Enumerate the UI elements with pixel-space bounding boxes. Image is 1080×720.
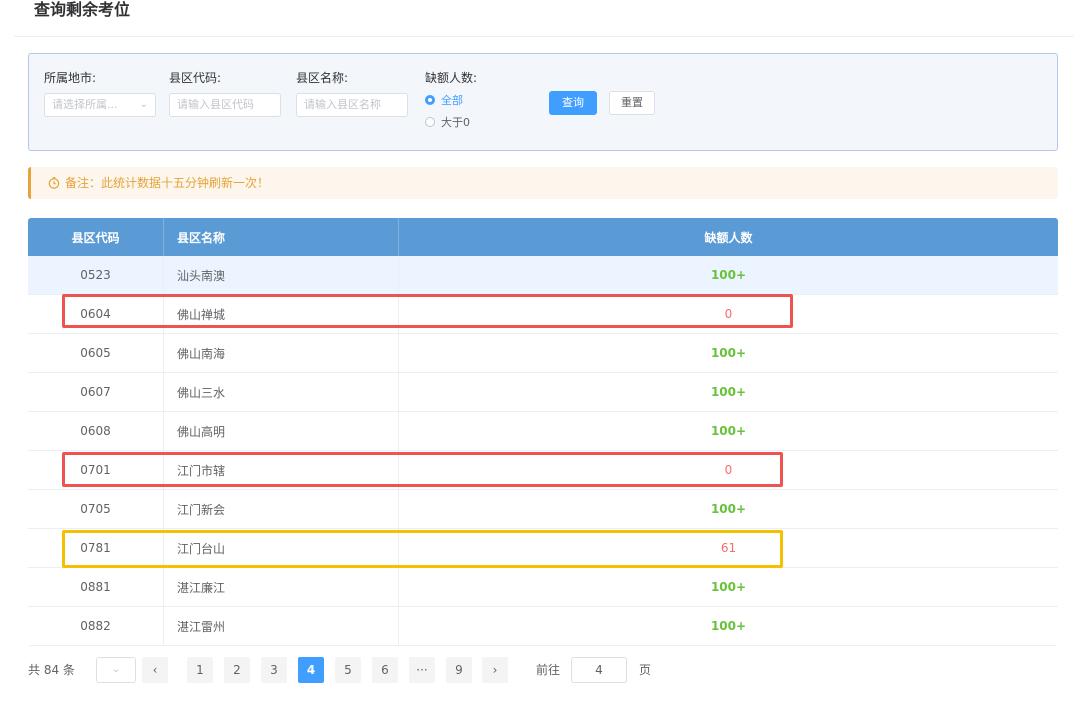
cell-name: 湛江雷州 [164, 607, 399, 645]
cell-name: 江门新会 [164, 490, 399, 528]
vacancy-label: 缺额人数: [425, 71, 478, 85]
radio-gt0[interactable]: 大于0 [425, 115, 470, 131]
city-label: 所属地市: [44, 71, 97, 85]
cell-vacancy: 0 [724, 463, 733, 477]
cell-name: 佛山三水 [164, 373, 399, 411]
page-title: 查询剩余考位 [34, 0, 131, 19]
table-row: 0781 江门台山 61 [28, 529, 1058, 568]
cell-name: 佛山高明 [164, 412, 399, 450]
page-size-select[interactable]: ⌄ [96, 657, 136, 683]
cell-code: 0781 [28, 529, 164, 567]
page-button[interactable]: 2 [224, 657, 250, 683]
cell-code: 0605 [28, 334, 164, 372]
table-row: 0608 佛山高明 100+ [28, 412, 1058, 451]
table-row: 0705 江门新会 100+ [28, 490, 1058, 529]
cell-code: 0705 [28, 490, 164, 528]
cell-name: 江门市辖 [164, 451, 399, 489]
city-select[interactable]: 请选择所属... ⌄ [44, 93, 156, 117]
table-row: 0604 佛山禅城 0 [28, 295, 1058, 334]
goto-label: 前往 [536, 663, 561, 677]
table-row: 0607 佛山三水 100+ [28, 373, 1058, 412]
next-page-button[interactable]: › [482, 657, 508, 683]
cell-vacancy: 100+ [710, 502, 747, 516]
cell-code: 0523 [28, 256, 164, 294]
page-unit-label: 页 [639, 663, 652, 677]
cell-name: 江门台山 [164, 529, 399, 567]
header-name: 县区名称 [164, 218, 399, 256]
cell-name: 佛山南海 [164, 334, 399, 372]
chevron-right-icon: › [492, 663, 498, 677]
table-row: 0523 汕头南澳 100+ [28, 256, 1058, 295]
query-button[interactable]: 查询 [549, 91, 597, 115]
header-vacancy: 缺额人数 [704, 230, 753, 245]
page-button[interactable]: 9 [446, 657, 472, 683]
page-button[interactable]: 5 [335, 657, 361, 683]
clock-icon [48, 177, 60, 189]
city-placeholder: 请选择所属... [52, 98, 118, 111]
table-row: 0605 佛山南海 100+ [28, 334, 1058, 373]
cell-name: 湛江廉江 [164, 568, 399, 606]
radio-gt0-label: 大于0 [441, 116, 470, 129]
cell-vacancy: 100+ [710, 619, 747, 633]
cell-code: 0607 [28, 373, 164, 411]
cell-vacancy: 100+ [710, 268, 747, 282]
table-row: 0882 湛江雷州 100+ [28, 607, 1058, 646]
radio-checked-icon [425, 95, 435, 105]
cell-code: 0701 [28, 451, 164, 489]
chevron-down-icon: ⌄ [111, 664, 121, 675]
notice-bar: 备注：此统计数据十五分钟刷新一次！ [28, 167, 1058, 199]
cell-vacancy: 100+ [710, 385, 747, 399]
cell-vacancy: 100+ [710, 580, 747, 594]
radio-all[interactable]: 全部 [425, 93, 463, 109]
cell-vacancy: 100+ [710, 424, 747, 438]
chevron-down-icon: ⌄ [139, 99, 148, 110]
prev-page-button[interactable]: ‹ [142, 657, 168, 683]
goto-page-input[interactable]: 4 [571, 657, 627, 683]
cell-code: 0881 [28, 568, 164, 606]
page-button[interactable]: 4 [298, 657, 324, 683]
county-name-label: 县区名称: [296, 71, 349, 85]
reset-button[interactable]: 重置 [609, 91, 655, 115]
title-divider [14, 36, 1074, 37]
chevron-left-icon: ‹ [152, 663, 158, 677]
cell-name: 佛山禅城 [164, 295, 399, 333]
county-code-label: 县区代码: [169, 71, 222, 85]
page-ellipsis[interactable]: ··· [409, 657, 435, 683]
county-name-input[interactable]: 请输入县区名称 [296, 93, 408, 117]
table-body: 0523 汕头南澳 100+ 0604 佛山禅城 0 0605 佛山南海 100+ 0607 佛山三… [28, 256, 1058, 646]
county-code-filter: 县区代码: 请输入县区代码 [169, 71, 281, 117]
county-name-filter: 县区名称: 请输入县区名称 [296, 71, 408, 117]
header-code: 县区代码 [28, 218, 164, 256]
total-count: 共 84 条 [28, 663, 75, 677]
pagination: 共 84 条 ⌄ ‹ 1 2 3 4 5 6 ··· 9 › 前往 4 页 [28, 657, 728, 683]
radio-all-label: 全部 [441, 94, 463, 107]
cell-code: 0882 [28, 607, 164, 645]
vacancy-filter: 缺额人数: 全部 大于0 [425, 71, 478, 129]
notice-text: 备注：此统计数据十五分钟刷新一次！ [65, 176, 270, 190]
table-header: 县区代码 县区名称 缺额人数 [28, 218, 1058, 256]
cell-code: 0608 [28, 412, 164, 450]
page-button[interactable]: 6 [372, 657, 398, 683]
page-button[interactable]: 3 [261, 657, 287, 683]
radio-unchecked-icon [425, 117, 435, 127]
city-filter: 所属地市: 请选择所属... ⌄ [44, 71, 156, 117]
vacancy-table: 县区代码 县区名称 缺额人数 0523 汕头南澳 100+ 0604 佛山禅城 0 0605… [28, 218, 1058, 646]
cell-vacancy: 100+ [710, 346, 747, 360]
table-row: 0701 江门市辖 0 [28, 451, 1058, 490]
table-row: 0881 湛江廉江 100+ [28, 568, 1058, 607]
county-code-input[interactable]: 请输入县区代码 [169, 93, 281, 117]
filter-panel: 所属地市: 请选择所属... ⌄ 县区代码: 请输入县区代码 县区名称: 请输入… [28, 53, 1058, 151]
page-button[interactable]: 1 [187, 657, 213, 683]
cell-vacancy: 0 [724, 307, 733, 321]
cell-name: 汕头南澳 [164, 256, 399, 294]
cell-code: 0604 [28, 295, 164, 333]
cell-vacancy: 61 [720, 541, 737, 555]
